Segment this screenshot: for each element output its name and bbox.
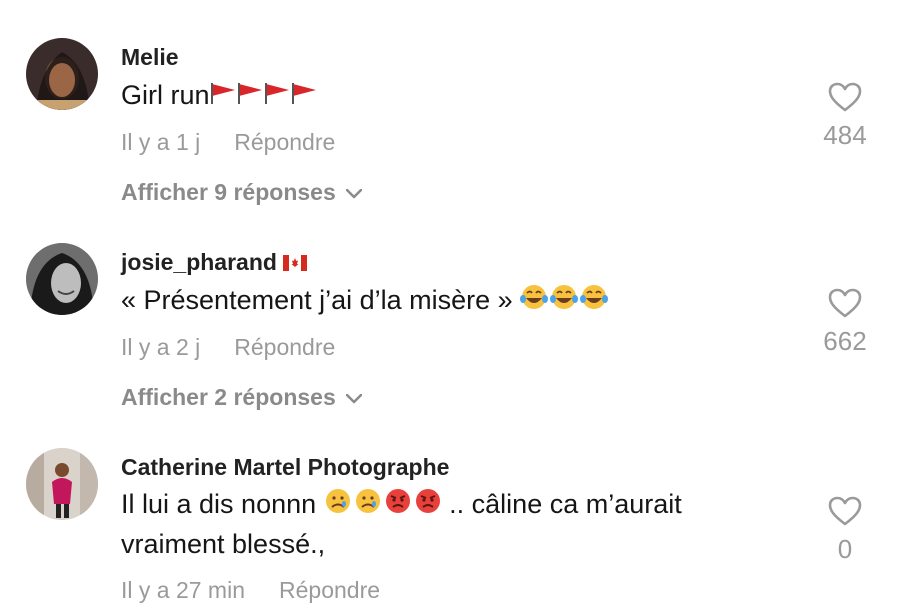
timestamp: Il y a 27 min	[121, 577, 245, 603]
like-count: 0	[837, 534, 853, 564]
like-control: 0	[810, 496, 880, 565]
avatar[interactable]	[26, 448, 98, 520]
comment-meta: Il y a 27 min Répondre	[121, 577, 380, 604]
heart-icon[interactable]	[828, 496, 862, 526]
comment-text-before: Il lui a dis nonnn	[121, 489, 317, 519]
crying-and-angry-emoji-icon	[324, 487, 442, 525]
comment-text: Il lui a dis nonnn .. câline ca m’aurait…	[121, 485, 761, 563]
comment-item: Catherine Martel Photographe Il lui a di…	[0, 0, 910, 614]
reply-button[interactable]: Répondre	[279, 577, 380, 603]
username[interactable]: Catherine Martel Photographe	[121, 454, 449, 481]
